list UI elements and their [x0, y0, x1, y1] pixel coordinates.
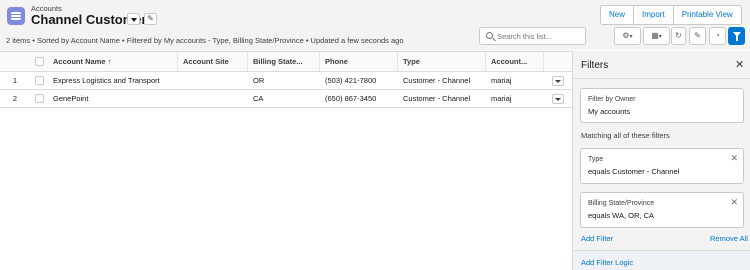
account-site-cell — [178, 90, 248, 107]
column-header-billing-state[interactable]: Billing State... — [248, 52, 320, 71]
owner-filter-value: My accounts — [588, 107, 631, 116]
row-select-cell — [30, 72, 48, 89]
billing-state-cell: CA — [253, 94, 264, 103]
list-summary: 2 items • Sorted by Account Name • Filte… — [6, 36, 404, 45]
filters-panel: Filters ✕ Filter by Owner My accounts Ma… — [572, 51, 750, 270]
owner-alias-cell: mariaj — [491, 94, 512, 103]
row-actions-chevron-down-icon[interactable] — [552, 93, 564, 104]
filter-item-billing-state[interactable]: Billing State/Province equals WA, OR, CA… — [580, 192, 744, 228]
search-placeholder: Search this list... — [497, 32, 553, 41]
matching-filters-label: Matching all of these filters — [581, 131, 670, 140]
accounts-table: Account Name ↑ Account Site Billing Stat… — [0, 51, 572, 270]
row-number: 2 — [12, 94, 18, 103]
filter-item-type[interactable]: Type equals Customer - Channel ✕ — [580, 148, 744, 184]
column-header-phone[interactable]: Phone — [320, 52, 398, 71]
import-button[interactable]: Import — [634, 6, 674, 24]
remove-filter-close-icon[interactable]: ✕ — [730, 197, 738, 208]
row-checkbox[interactable] — [34, 94, 44, 103]
filter-condition: equals WA, OR, CA — [588, 211, 654, 220]
list-settings-gear-icon[interactable]: ⚙▾ — [614, 27, 641, 45]
display-as-table-icon[interactable]: ▦▾ — [643, 27, 670, 45]
row-checkbox[interactable] — [34, 76, 44, 85]
phone-cell: (503) 421-7800 — [325, 76, 377, 85]
refresh-icon[interactable]: ↻ — [671, 27, 686, 45]
filters-panel-title: Filters — [581, 60, 609, 71]
add-filter-link[interactable]: Add Filter — [581, 234, 613, 243]
pin-icon[interactable]: ✎ — [144, 13, 157, 25]
header-actions: New Import Printable View — [600, 5, 742, 25]
owner-filter-card[interactable]: Filter by Owner My accounts — [580, 88, 744, 123]
column-header-account-site[interactable]: Account Site — [178, 52, 248, 71]
billing-state-cell: OR — [253, 76, 265, 85]
filter-field: Billing State/Province — [588, 200, 655, 207]
close-icon[interactable]: ✕ — [735, 58, 744, 71]
search-icon — [486, 32, 493, 39]
row-actions-cell — [544, 90, 572, 107]
charts-icon[interactable]: ◔ — [709, 27, 726, 45]
owner-alias-cell: mariaj — [491, 76, 512, 85]
actions-header — [544, 52, 572, 71]
filter-icon[interactable] — [728, 27, 745, 45]
column-header-account-owner[interactable]: Account... — [486, 52, 544, 71]
table-header-row: Account Name ↑ Account Site Billing Stat… — [0, 52, 572, 72]
type-cell: Customer - Channel — [403, 76, 471, 85]
row-number: 1 — [12, 76, 18, 85]
new-button[interactable]: New — [601, 6, 635, 24]
select-all-cell — [30, 52, 48, 71]
account-name-link[interactable]: Express Logistics and Transport — [48, 72, 178, 89]
owner-filter-label: Filter by Owner — [588, 96, 636, 103]
list-view-page: Accounts Channel Customers ✎ 2 items • S… — [0, 0, 750, 270]
type-cell: Customer - Channel — [403, 94, 471, 103]
add-filter-logic-link[interactable]: Add Filter Logic — [581, 258, 633, 267]
search-list-input[interactable]: Search this list... — [479, 27, 586, 45]
column-header-type[interactable]: Type — [398, 52, 486, 71]
row-actions-chevron-down-icon[interactable] — [552, 75, 564, 86]
row-select-cell — [30, 90, 48, 107]
table-row: 1 Express Logistics and Transport OR (50… — [0, 72, 572, 90]
filter-condition: equals Customer - Channel — [588, 167, 680, 176]
printable-view-button[interactable]: Printable View — [674, 6, 741, 24]
account-site-cell — [178, 72, 248, 89]
account-name-link[interactable]: GenePoint — [48, 90, 178, 107]
filter-field: Type — [588, 156, 604, 163]
list-view-picker-chevron-down-icon[interactable] — [127, 13, 140, 25]
select-all-checkbox[interactable] — [34, 57, 44, 66]
remove-all-link[interactable]: Remove All — [710, 234, 748, 243]
divider — [573, 78, 750, 79]
phone-cell: (650) 867-3450 — [325, 94, 377, 103]
remove-filter-close-icon[interactable]: ✕ — [730, 153, 738, 164]
table-row: 2 GenePoint CA (650) 867-3450 Customer -… — [0, 90, 572, 108]
column-header-account-name[interactable]: Account Name ↑ — [48, 52, 178, 71]
row-number-header — [0, 52, 30, 71]
list-view-header: Accounts Channel Customers ✎ 2 items • S… — [0, 0, 750, 50]
accounts-object-icon — [7, 7, 25, 25]
row-actions-cell — [544, 72, 572, 89]
edit-list-pencil-icon[interactable]: ✎ — [689, 27, 706, 45]
